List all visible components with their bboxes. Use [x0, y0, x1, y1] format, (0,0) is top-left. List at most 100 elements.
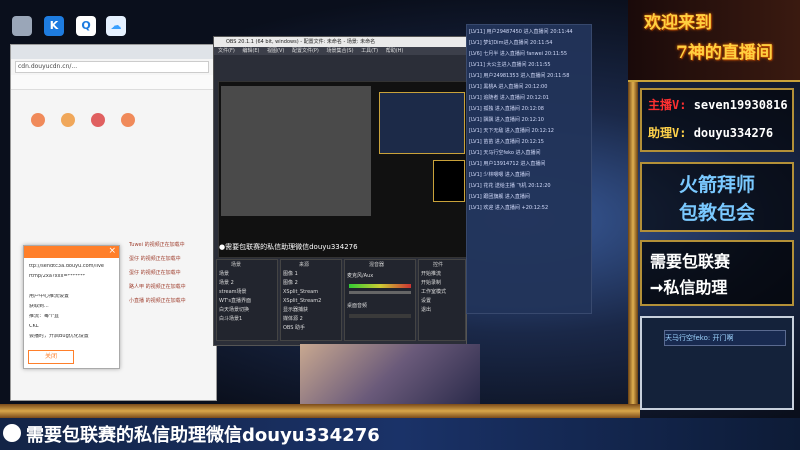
obs-menubar[interactable]: 文件(F) 编辑(E) 视图(V) 配置文件(P) 场景集合(S) 工具(T) …: [214, 47, 466, 55]
settings-button[interactable]: 设置: [421, 297, 463, 306]
source-item[interactable]: 图像 2: [283, 279, 339, 288]
dialog-line: ttp://sendtc3a.douyu.com/live: [29, 264, 105, 269]
rocket-line2: 包教包会: [678, 202, 755, 224]
scene-item[interactable]: 白天场景切换: [219, 306, 275, 315]
scene-item[interactable]: 场景 2: [219, 279, 275, 288]
studio-mode-button[interactable]: 工作室模式: [421, 288, 463, 297]
app-icon-1[interactable]: [12, 16, 32, 36]
source-item[interactable]: OBS 助手: [283, 324, 339, 333]
menu-item[interactable]: 编辑(E): [242, 48, 259, 54]
qq-icon[interactable]: Q: [76, 16, 96, 36]
menu-item[interactable]: 帮助(H): [386, 48, 404, 54]
browser-window[interactable]: cdn.douyucdn.cn/... Tuwei 的视频正在加载中 蛋仔 的视…: [10, 44, 217, 401]
source-item[interactable]: XSplit_Stream2: [283, 297, 339, 306]
nav-icon[interactable]: [31, 113, 45, 127]
scene-list[interactable]: 场景 场景 2 stream场景 WT's直播界面 白天场景切换 白斗场景1: [219, 270, 275, 324]
mixer-panel[interactable]: 混音器 麦克风/Aux 桌面音频: [344, 259, 416, 341]
webcam-name-tag: 天马行空feko: 开门啊: [664, 330, 786, 346]
volume-slider[interactable]: [349, 291, 411, 294]
exit-button[interactable]: 退出: [421, 306, 463, 315]
chat-message: [LV1] 花花 送给主播 飞机 20:12:20: [469, 183, 551, 189]
dialog-line: rtmp/2xa?xxx=*******: [29, 274, 86, 279]
stream-settings-dialog[interactable]: × ttp://sendtc3a.douyu.com/live rtmp/2xa…: [23, 245, 120, 369]
nav-icon[interactable]: [61, 113, 75, 127]
start-stream-button[interactable]: 开始推流: [421, 270, 463, 279]
source-item[interactable]: 显示器捕获: [283, 306, 339, 315]
chat-message: [LV11] 大公主进入直播间 20:11:55: [469, 62, 551, 68]
nav-icon[interactable]: [91, 113, 105, 127]
chat-message: [LV1] 黑桃A 进入直播间 20:12:00: [469, 84, 548, 90]
bottom-text: 需要包联赛的私信助理微信douyu334276: [26, 425, 380, 446]
dialog-line: 会播时，开启Bug优化设置: [29, 334, 89, 339]
start-record-button[interactable]: 开始录制: [421, 279, 463, 288]
chat-message: [LV6] 七月半 进入直播间 fanwei 20:11:55: [469, 51, 568, 57]
obs-window[interactable]: OBS 20.1.1 (64 bit, windows) - 配置文件: 未命名…: [213, 36, 468, 346]
package-line1: 需要包联赛: [650, 252, 731, 271]
menu-item[interactable]: 工具(T): [361, 48, 378, 54]
source-item[interactable]: 媒体源 2: [283, 315, 339, 324]
scene-item[interactable]: 白斗场景1: [219, 315, 275, 324]
welcome-banner: 欢迎来到 7神的直播间: [628, 0, 800, 82]
list-item[interactable]: 蛋仔 的视频正在加载中: [129, 269, 216, 277]
chat-panel[interactable]: [LV11] 用户29487450 进入直播间 20:11:44 [LV1] 梦…: [466, 24, 592, 314]
source-item[interactable]: 图像 1: [283, 270, 339, 279]
panel-title: 来源: [299, 262, 310, 268]
list-item[interactable]: 路人甲 的视频正在加载中: [129, 283, 216, 291]
game-scene: [300, 344, 480, 404]
browser-tabbar[interactable]: [11, 45, 216, 59]
chat-message: [LV1] 欢迎 进入直播间 +20:12:52: [469, 205, 549, 211]
kugou-icon[interactable]: K: [44, 16, 64, 36]
chat-message: [LV1] 少林嗯嗯 进入直播间: [469, 172, 530, 178]
menu-item[interactable]: 配置文件(P): [292, 48, 319, 54]
assistant-label: 助理V: douyu334276: [648, 124, 773, 141]
controls-panel[interactable]: 控件 开始推流 开始录制 工作室模式 设置 退出: [418, 259, 466, 341]
chat-message: [LV1] 用户24981353 进入直播间 20:11:58: [469, 73, 570, 79]
menu-item[interactable]: 视图(V): [267, 48, 284, 54]
scene-item[interactable]: WT's直播界面: [219, 297, 275, 306]
menu-item[interactable]: 文件(F): [218, 48, 235, 54]
source-item[interactable]: XSplit_Stream: [283, 288, 339, 297]
nested-overlay: [433, 160, 465, 202]
assistant-id: douyu334276: [693, 126, 774, 140]
welcome-line2: 7神的直播间: [676, 43, 773, 63]
host-label-text: 主播V:: [648, 98, 687, 112]
address-bar[interactable]: cdn.douyucdn.cn/...: [15, 61, 209, 73]
webcam-frame: 天马行空feko: 开门啊: [640, 316, 794, 410]
chat-message: [LV1] 孤独 进入直播间 20:12:08: [469, 106, 544, 112]
list-item[interactable]: Tuwei 的视频正在加载中: [129, 241, 216, 249]
menu-item[interactable]: 场景集合(S): [326, 48, 353, 54]
frame-border: [0, 404, 640, 418]
source-list[interactable]: 图像 1 图像 2 XSplit_Stream XSplit_Stream2 显…: [283, 270, 339, 333]
nested-preview: [221, 86, 371, 216]
close-icon[interactable]: ×: [108, 246, 116, 256]
chat-message: [LV1] 苗苗 进入直播间 20:12:15: [469, 139, 544, 145]
scene-item[interactable]: 场景: [219, 270, 275, 279]
panel-title: 混音器: [369, 262, 385, 268]
circle-icon: [3, 424, 21, 442]
list-item[interactable]: 小直播 的视频正在加载中: [129, 297, 216, 305]
dialog-line: 用户中心推流设置: [29, 294, 70, 299]
contact-panel: 主播V: seven19930816 助理V: douyu334276: [640, 88, 794, 152]
assistant-label-text: 助理V:: [648, 126, 687, 140]
controls-list[interactable]: 开始推流 开始录制 工作室模式 设置 退出: [421, 270, 463, 315]
scenes-panel[interactable]: 场景 场景 场景 2 stream场景 WT's直播界面 白天场景切换 白斗场景…: [216, 259, 278, 341]
chat-message: [LV11] 用户29487450 进入直播间 20:11:44: [469, 29, 573, 35]
chat-message: [LV1] 天马行空feko 进入直播间: [469, 150, 541, 156]
chat-message: [LV1] 用户13914712 进入直播间: [469, 161, 546, 167]
package-panel: 需要包联赛 ➞私信助理: [640, 240, 794, 306]
sources-panel[interactable]: 来源 图像 1 图像 2 XSplit_Stream XSplit_Stream…: [280, 259, 342, 341]
obs-title: OBS 20.1.1 (64 bit, windows) - 配置文件: 未命名…: [214, 37, 466, 47]
preview-caption: ●需要包联赛的私信助理微信douyu334276: [219, 243, 358, 251]
list-item[interactable]: 蛋仔 的视频正在加载中: [129, 255, 216, 263]
close-button[interactable]: 关闭: [28, 350, 74, 364]
dialog-line: 推流：每个直: [29, 314, 60, 319]
panel-title: 场景: [231, 262, 242, 268]
mixer-label: 桌面音频: [347, 303, 368, 309]
cloud-icon[interactable]: ☁: [106, 16, 126, 36]
obs-preview[interactable]: ●需要包联赛的私信助理微信douyu334276: [218, 81, 468, 258]
scene-item[interactable]: stream场景: [219, 288, 275, 297]
host-id: seven19930816: [693, 98, 788, 112]
dialog-titlebar: [24, 246, 119, 258]
welcome-line1: 欢迎来到: [644, 13, 712, 33]
nav-icon[interactable]: [121, 113, 135, 127]
